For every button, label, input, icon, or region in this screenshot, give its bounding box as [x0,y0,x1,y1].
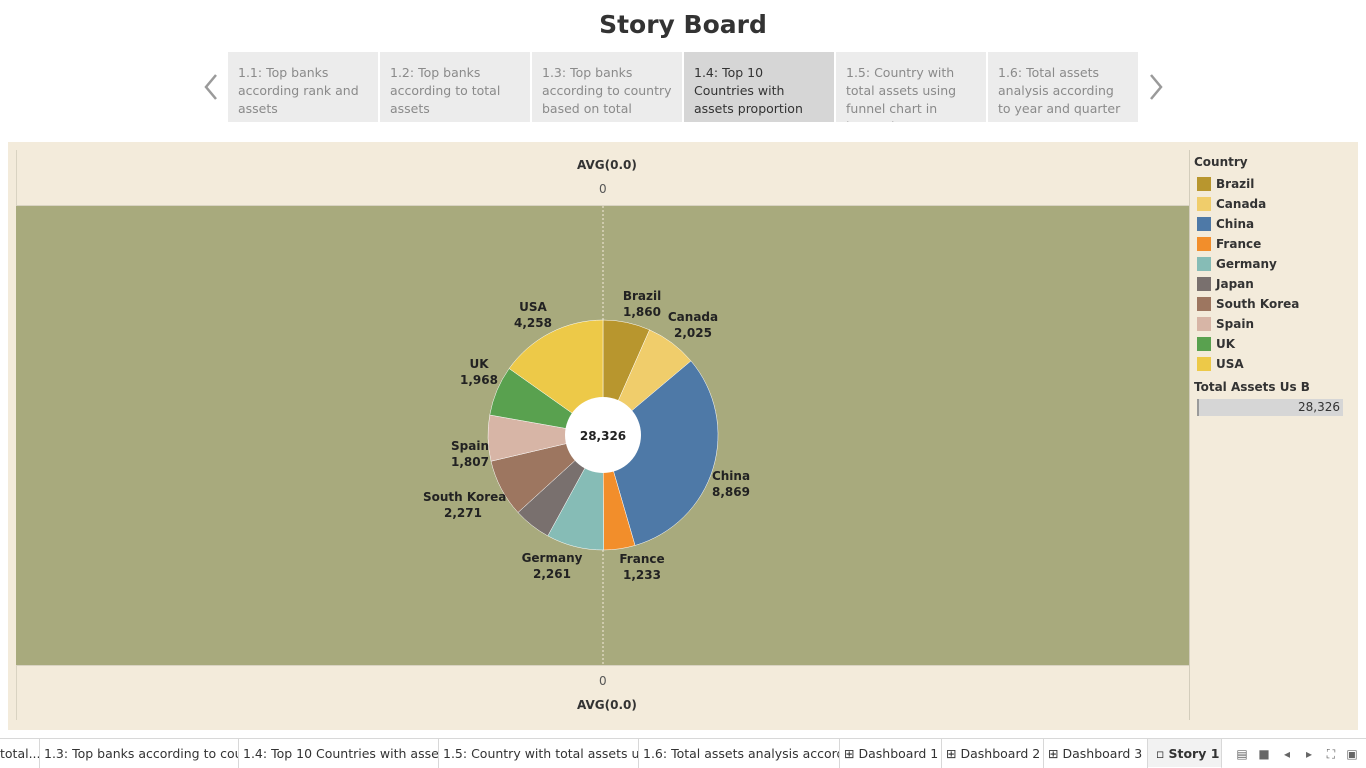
slice-label-spain: Spain 1,807 [451,439,489,469]
tab-1-4[interactable]: 1.4: Top 10 Countries with asset... [239,739,439,768]
legend-item-usa[interactable]: USA [1194,354,1354,374]
tab-view-icon[interactable]: ■ [1256,746,1272,762]
slice-label-uk: UK 1,968 [460,357,498,387]
slice-label-usa: USA 4,258 [514,300,552,330]
legend-item-japan[interactable]: Japan [1194,274,1354,294]
legend-item-china[interactable]: China [1194,214,1354,234]
tab-1-5[interactable]: 1.5: Country with total assets usi... [439,739,639,768]
filmstrip-view-icon[interactable]: ▤ [1234,746,1250,762]
legend-swatch [1197,197,1211,211]
legend-item-france[interactable]: France [1194,234,1354,254]
size-legend-bar: 28,326 [1197,399,1343,416]
tab-dashboard-2[interactable]: ⊞ Dashboard 2 [942,739,1044,768]
sheet-tab-bar: total... 1.3: Top banks according to cou… [0,738,1366,768]
fullscreen-icon[interactable]: ⛶ [1323,746,1339,762]
legend-swatch [1197,277,1211,291]
tab-1-3[interactable]: 1.3: Top banks according to cou... [40,739,239,768]
legend-item-canada[interactable]: Canada [1194,194,1354,214]
dashboard-icon: ⊞ [1048,746,1059,761]
legend-item-uk[interactable]: UK [1194,334,1354,354]
tab-dashboard-1[interactable]: ⊞ Dashboard 1 [840,739,942,768]
presentation-mode-icon[interactable]: ▣ [1344,746,1360,762]
slice-label-france: France 1,233 [619,552,665,582]
slice-label-china: China 8,869 [711,469,751,499]
legend-item-germany[interactable]: Germany [1194,254,1354,274]
legend-item-south-korea[interactable]: South Korea [1194,294,1354,314]
legend-swatch [1197,177,1211,191]
tab-dashboard-3[interactable]: ⊞ Dashboard 3 [1044,739,1148,768]
scroll-tabs-left-icon[interactable]: ◂ [1279,746,1295,762]
total-center-label: 28,326 [579,429,627,443]
legend-swatch [1197,317,1211,331]
story-board-page: Story Board 1.1: Top banks according ran… [0,0,1366,768]
legend-swatch [1197,357,1211,371]
donut-chart[interactable] [0,0,1366,768]
legend-swatch [1197,237,1211,251]
legend-title: Country [1194,155,1248,169]
story-icon: ▫ [1156,746,1165,761]
legend-panel: Country Brazil Canada China France Germa… [1194,155,1354,416]
slice-label-south-korea: South Korea 2,271 [423,490,507,520]
legend-swatch [1197,297,1211,311]
legend-swatch [1197,217,1211,231]
legend-item-spain[interactable]: Spain [1194,314,1354,334]
legend-swatch [1197,337,1211,351]
dashboard-icon: ⊞ [844,746,855,761]
slice-label-germany: Germany 2,261 [521,551,583,581]
scroll-tabs-right-icon[interactable]: ▸ [1301,746,1317,762]
tab-story-1[interactable]: ▫ Story 1 [1148,739,1222,768]
dashboard-icon: ⊞ [946,746,957,761]
tab-1-6[interactable]: 1.6: Total assets analysis accord... [639,739,840,768]
tab-1-2[interactable]: total... [0,739,40,768]
size-legend-title: Total Assets Us B [1194,380,1310,394]
legend-item-brazil[interactable]: Brazil [1194,174,1354,194]
legend-swatch [1197,257,1211,271]
slice-label-canada: Canada 2,025 [667,310,719,340]
